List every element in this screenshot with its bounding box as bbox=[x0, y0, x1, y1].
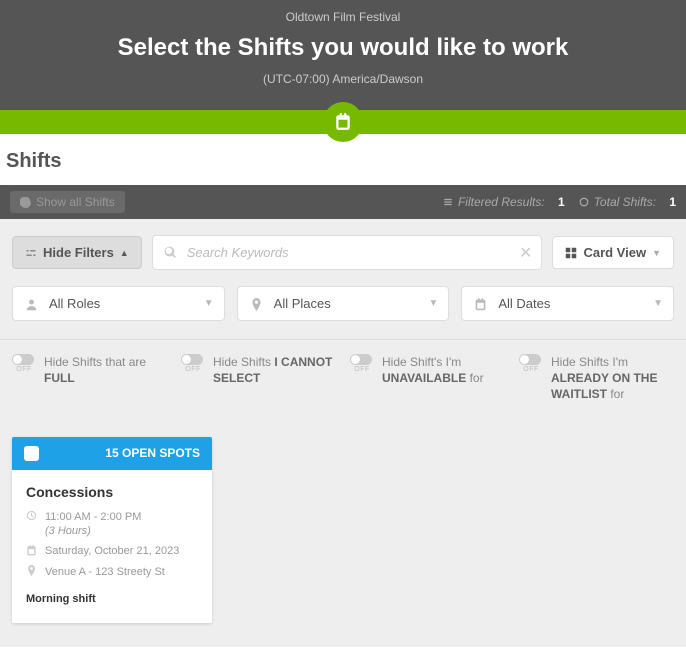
calendar-icon bbox=[334, 113, 352, 131]
event-name: Oldtown Film Festival bbox=[0, 10, 686, 24]
show-all-label: Show all Shifts bbox=[36, 195, 115, 209]
dropdown-row: All Roles ▼ All Places ▼ All Dates ▼ bbox=[0, 286, 686, 339]
results-toolbar: Show all Shifts Filtered Results: 1 Tota… bbox=[0, 185, 686, 219]
toggle-unavailable[interactable]: OFF Hide Shift's I'm UNAVAILABLE for bbox=[350, 354, 505, 403]
roles-dropdown[interactable]: All Roles ▼ bbox=[12, 286, 225, 321]
show-all-shifts-button[interactable]: Show all Shifts bbox=[10, 191, 125, 213]
shift-card[interactable]: 15 OPEN SPOTS Concessions 11:00 AM - 2:0… bbox=[12, 437, 212, 623]
sliders-icon bbox=[25, 247, 37, 259]
page-title: Select the Shifts you would like to work bbox=[0, 34, 686, 62]
search-input[interactable] bbox=[152, 235, 543, 270]
shift-date-row: Saturday, October 21, 2023 bbox=[26, 544, 198, 558]
shift-note: Morning shift bbox=[26, 593, 198, 605]
refresh-icon bbox=[20, 197, 31, 208]
shift-time-row: 11:00 AM - 2:00 PM(3 Hours) bbox=[26, 510, 198, 539]
toggles-row: OFF Hide Shifts that are FULL OFF Hide S… bbox=[0, 339, 686, 421]
toggle-waitlist[interactable]: OFF Hide Shifts I'm ALREADY ON THE WAITL… bbox=[519, 354, 674, 403]
caret-down-icon: ▼ bbox=[652, 248, 661, 258]
list-icon bbox=[443, 197, 453, 207]
search-field-wrap: ✕ bbox=[152, 235, 543, 270]
calendar-icon bbox=[474, 296, 488, 311]
search-icon bbox=[164, 244, 177, 262]
calendar-badge bbox=[323, 102, 363, 142]
filter-bar: Hide Filters ▲ ✕ Card View ▼ bbox=[0, 219, 686, 286]
card-view-button[interactable]: Card View ▼ bbox=[552, 236, 674, 269]
shift-place-row: Venue A - 123 Streety St bbox=[26, 565, 198, 579]
user-icon bbox=[25, 296, 39, 311]
toggle-cannot-select[interactable]: OFF Hide Shifts I CANNOT SELECT bbox=[181, 354, 336, 403]
pin-icon bbox=[26, 565, 37, 577]
dates-dropdown[interactable]: All Dates ▼ bbox=[461, 286, 674, 321]
filtered-results-stat: Filtered Results: 1 bbox=[443, 195, 565, 209]
caret-down-icon: ▼ bbox=[653, 298, 663, 309]
circle-icon bbox=[579, 197, 589, 207]
toggle-icon bbox=[519, 354, 541, 365]
open-spots-label: 15 OPEN SPOTS bbox=[105, 446, 200, 460]
shift-cards-area: 15 OPEN SPOTS Concessions 11:00 AM - 2:0… bbox=[0, 421, 686, 647]
hide-filters-button[interactable]: Hide Filters ▲ bbox=[12, 236, 142, 269]
calendar-icon bbox=[26, 544, 37, 556]
select-checkbox[interactable] bbox=[24, 446, 39, 461]
shift-role: Concessions bbox=[26, 484, 198, 500]
caret-down-icon: ▼ bbox=[428, 298, 438, 309]
card-header: 15 OPEN SPOTS bbox=[12, 437, 212, 470]
clear-search-icon[interactable]: ✕ bbox=[519, 243, 532, 263]
accent-bar bbox=[0, 110, 686, 134]
grid-icon bbox=[565, 247, 577, 259]
timezone-label: (UTC-07:00) America/Dawson bbox=[0, 72, 686, 86]
page-header: Oldtown Film Festival Select the Shifts … bbox=[0, 0, 686, 110]
total-shifts-stat: Total Shifts: 1 bbox=[579, 195, 676, 209]
clock-icon bbox=[26, 510, 37, 522]
caret-down-icon: ▼ bbox=[204, 298, 214, 309]
places-dropdown[interactable]: All Places ▼ bbox=[237, 286, 450, 321]
toggle-icon bbox=[181, 354, 203, 365]
pin-icon bbox=[250, 296, 264, 311]
toggle-icon bbox=[350, 354, 372, 365]
toggle-icon bbox=[12, 354, 34, 365]
caret-up-icon: ▲ bbox=[120, 248, 129, 258]
toggle-full[interactable]: OFF Hide Shifts that are FULL bbox=[12, 354, 167, 403]
